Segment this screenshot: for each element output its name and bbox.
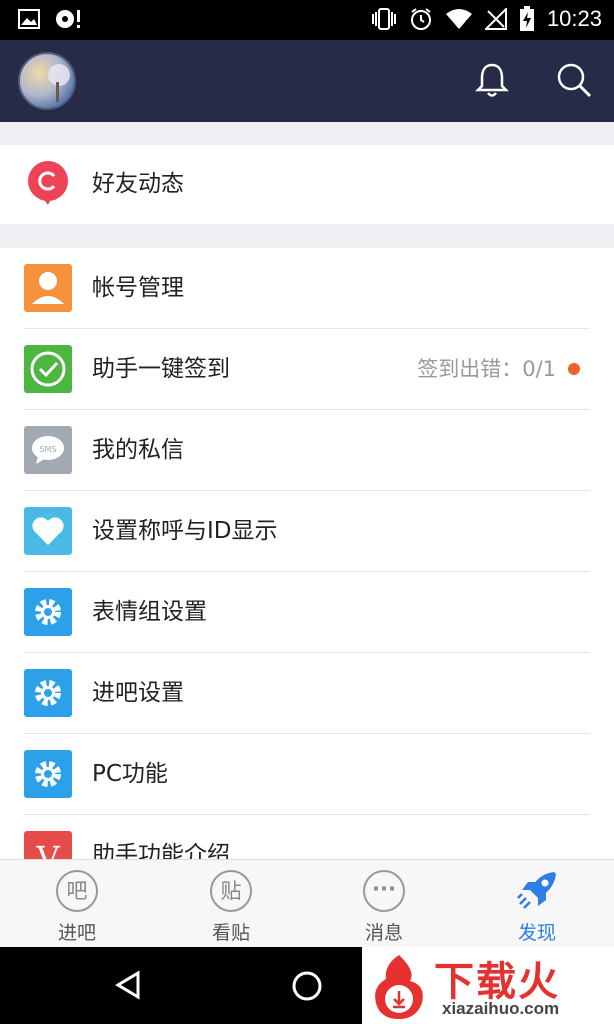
- menu-item-intro[interactable]: V 助手功能介绍: [0, 815, 614, 859]
- menu-label: PC功能: [92, 761, 168, 787]
- menu-label: 表情组设置: [92, 599, 207, 625]
- status-badge: [568, 363, 580, 375]
- user-avatar[interactable]: [18, 52, 76, 110]
- watermark-logo: 下载火 xiazaihuo.com: [362, 947, 614, 1024]
- app-header: [0, 40, 614, 122]
- menu-item-emoji-settings[interactable]: 表情组设置: [0, 572, 614, 653]
- tab-label: 进吧: [57, 922, 96, 944]
- wifi-icon: [445, 9, 472, 29]
- no-signal-icon: [484, 8, 507, 30]
- image-icon: [18, 9, 40, 29]
- battery-charging-icon: [519, 6, 534, 31]
- tab-discover[interactable]: 发现: [460, 860, 614, 948]
- menu-label: 设置称呼与ID显示: [92, 518, 278, 544]
- back-icon[interactable]: [112, 969, 144, 1001]
- rocket-icon: [517, 872, 556, 909]
- home-icon[interactable]: [290, 969, 324, 1003]
- menu-item-bar-settings[interactable]: 进吧设置: [0, 653, 614, 734]
- menu-item-friend-feed[interactable]: 好友动态: [0, 145, 614, 224]
- checkin-status: 签到出错：0/1: [417, 357, 556, 381]
- vibrate-icon: [371, 8, 396, 30]
- bottom-tab-bar: 吧 进吧 贴 看贴 ··· 消息 发现: [0, 859, 614, 947]
- menu-label: 进吧设置: [92, 680, 184, 706]
- v-icon: V: [24, 831, 72, 859]
- menu-item-account[interactable]: 帐号管理: [0, 248, 614, 329]
- section-settings: 帐号管理 助手一键签到 签到出错：0/1 SMS 我的私信 设置称呼与ID显示 …: [0, 248, 614, 859]
- bar-icon: 吧: [56, 870, 98, 912]
- chat-bubble-icon: ···: [363, 870, 405, 912]
- account-icon: [24, 264, 72, 312]
- search-icon[interactable]: [554, 60, 594, 100]
- menu-item-pc-function[interactable]: PC功能: [0, 734, 614, 815]
- svg-text:SMS: SMS: [39, 445, 56, 454]
- menu-label: 帐号管理: [92, 275, 184, 301]
- watermark-url: xiazaihuo.com: [442, 999, 560, 1018]
- post-icon: 贴: [210, 870, 252, 912]
- menu-label: 好友动态: [92, 171, 184, 197]
- tab-label: 发现: [517, 922, 556, 944]
- status-bar: 10:23: [0, 0, 614, 40]
- menu-item-messages[interactable]: SMS 我的私信: [0, 410, 614, 491]
- tab-label: 看贴: [211, 922, 250, 944]
- cd-alert-icon: [56, 10, 80, 28]
- tab-messages[interactable]: ··· 消息: [307, 860, 461, 948]
- gear-icon: [24, 750, 72, 798]
- alarm-icon: [410, 8, 431, 30]
- section-feed: 好友动态: [0, 145, 614, 224]
- friend-feed-icon: [24, 159, 72, 207]
- flame-icon: [375, 955, 423, 1019]
- menu-label: 我的私信: [92, 437, 184, 463]
- menu-label: 助手功能介绍: [92, 842, 230, 859]
- heart-icon: [24, 507, 72, 555]
- status-time: 10:23: [546, 6, 602, 31]
- svg-text:V: V: [35, 839, 60, 859]
- sms-icon: SMS: [24, 426, 72, 474]
- tab-label: 消息: [364, 922, 403, 944]
- bell-icon[interactable]: [472, 60, 512, 100]
- gear-icon: [24, 588, 72, 636]
- menu-item-checkin[interactable]: 助手一键签到 签到出错：0/1: [0, 329, 614, 410]
- menu-label: 助手一键签到: [92, 356, 230, 382]
- tab-kantie[interactable]: 贴 看贴: [154, 860, 308, 948]
- checkin-icon: [24, 345, 72, 393]
- tab-jinba[interactable]: 吧 进吧: [0, 860, 154, 948]
- gear-icon: [24, 669, 72, 717]
- menu-item-nickname[interactable]: 设置称呼与ID显示: [0, 491, 614, 572]
